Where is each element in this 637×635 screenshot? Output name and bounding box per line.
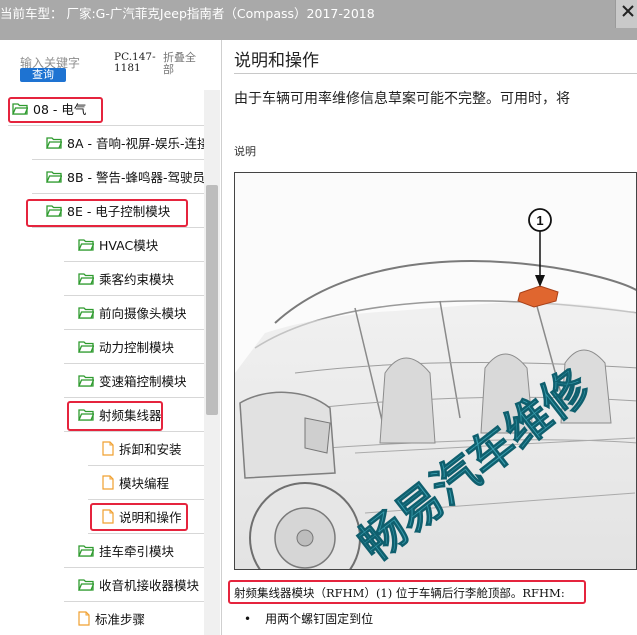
tree-item[interactable]: 动力控制模块: [64, 330, 204, 364]
tree-item[interactable]: 08 - 电气: [8, 92, 204, 126]
tree-item-label: 动力控制模块: [99, 340, 175, 355]
category-tree: 08 - 电气 8A - 音响-视屏-娱乐-连接 8B - 警告-蜂鸣器-驾驶员 8E…: [0, 90, 204, 635]
tree-item[interactable]: 8E - 电子控制模块: [32, 194, 204, 228]
document-icon: [102, 509, 114, 524]
tree-item-label: 乘客约束模块: [99, 272, 175, 287]
tree-item-label: 8A - 音响-视屏-娱乐-连接: [67, 136, 204, 151]
collapse-all-button[interactable]: 折叠全部: [163, 52, 203, 76]
tree-item[interactable]: 变速箱控制模块: [64, 364, 204, 398]
tree-item-label: 说明和操作: [119, 510, 182, 525]
callout-number: 1: [536, 213, 543, 228]
tree-item[interactable]: 乘客约束模块: [64, 262, 204, 296]
section-label: 说明: [234, 145, 256, 158]
close-button[interactable]: [615, 0, 637, 28]
tree-item[interactable]: 拆卸和安装: [88, 432, 204, 466]
document-icon: [102, 441, 114, 456]
tree-item-label: 8E - 电子控制模块: [67, 204, 171, 219]
folder-open-icon: [78, 545, 94, 557]
tree-item-label: 射频集线器: [99, 408, 162, 423]
tree-item[interactable]: 射频集线器: [64, 398, 204, 432]
folder-open-icon: [46, 137, 62, 149]
vehicle-figure: 1 畅易汽车维修: [234, 172, 637, 570]
tree-item[interactable]: 标准步骤: [64, 602, 204, 635]
window-title: 当前车型： 厂家:G-广汽菲克Jeep指南者（Compass）2017-2018: [0, 6, 375, 21]
tree-item-label: 标准步骤: [95, 612, 146, 627]
tree-scrollbar[interactable]: [204, 90, 220, 635]
folder-open-icon: [78, 375, 94, 387]
folder-open-icon: [78, 409, 94, 421]
search-area: 输入关键字 查询 PC.147-1181 折叠全部: [0, 40, 205, 90]
folder-open-icon: [78, 273, 94, 285]
tree-item[interactable]: 收音机接收器模块: [64, 568, 204, 602]
tree-item-label: 模块编程: [119, 476, 170, 491]
tree-item-label: 挂车牵引模块: [99, 544, 175, 559]
tree-item[interactable]: HVAC模块: [64, 228, 204, 262]
tree-item[interactable]: 说明和操作: [88, 500, 204, 534]
tree-item-label: 拆卸和安装: [119, 442, 182, 457]
tree-item-label: 收音机接收器模块: [99, 578, 200, 593]
navigation-panel: 输入关键字 查询 PC.147-1181 折叠全部 08 - 电气 8A - 音响…: [0, 40, 222, 635]
folder-open-icon: [46, 205, 62, 217]
vehicle-illustration: 1 畅易汽车维修: [235, 173, 636, 569]
caption-highlight: [228, 580, 586, 604]
bullet-item: 用两个螺钉固定到位: [244, 610, 373, 627]
tree-item[interactable]: 前向摄像头模块: [64, 296, 204, 330]
folder-open-icon: [12, 103, 28, 115]
scrollbar-thumb[interactable]: [206, 185, 218, 415]
folder-open-icon: [78, 239, 94, 251]
page-title: 说明和操作: [234, 51, 319, 71]
bullet-list: 用两个螺钉固定到位: [244, 610, 373, 633]
folder-open-icon: [78, 579, 94, 591]
content-panel: 说明和操作 由于车辆可用率维修信息草案可能不完整。可用时，将 说明 1 畅易汽车…: [222, 40, 637, 635]
tree-item[interactable]: 模块编程: [88, 466, 204, 500]
folder-open-icon: [78, 341, 94, 353]
intro-text: 由于车辆可用率维修信息草案可能不完整。可用时，将: [234, 91, 570, 107]
tree-item-label: 前向摄像头模块: [99, 306, 187, 321]
tree-item[interactable]: 挂车牵引模块: [64, 534, 204, 568]
folder-open-icon: [78, 307, 94, 319]
tree-item-label: HVAC模块: [99, 238, 159, 253]
close-icon: [622, 5, 634, 17]
tree-item[interactable]: 8A - 音响-视屏-娱乐-连接: [32, 126, 204, 160]
document-icon: [78, 611, 90, 626]
pc-code: PC.147-1181: [114, 51, 156, 74]
tree-item-label: 8B - 警告-蜂鸣器-驾驶员: [67, 170, 204, 185]
query-button[interactable]: 查询: [20, 68, 66, 82]
document-icon: [102, 475, 114, 490]
folder-open-icon: [46, 171, 62, 183]
tree-item-label: 变速箱控制模块: [99, 374, 187, 389]
tree-item[interactable]: 8B - 警告-蜂鸣器-驾驶员: [32, 160, 204, 194]
title-divider: [234, 73, 637, 74]
tree-item-label: 08 - 电气: [33, 102, 87, 117]
title-bar: 当前车型： 厂家:G-广汽菲克Jeep指南者（Compass）2017-2018: [0, 0, 637, 40]
